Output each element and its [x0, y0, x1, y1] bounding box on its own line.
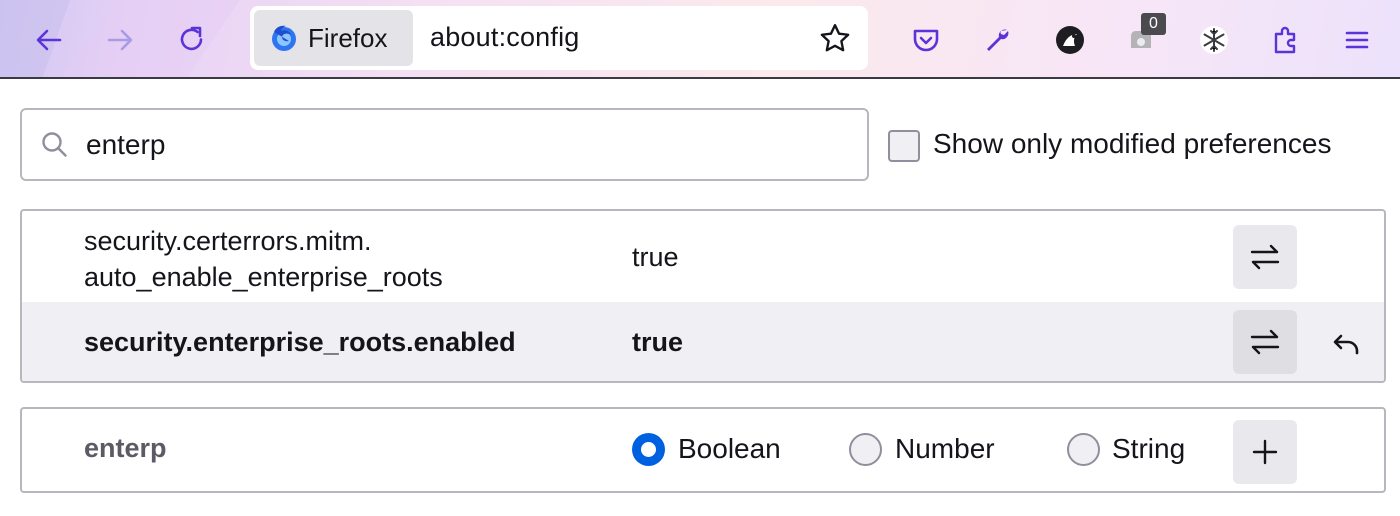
radio-string-label: String: [1112, 433, 1186, 464]
url-bar[interactable]: Firefox about:config: [250, 6, 868, 70]
pref-name: security.certerrors.mitm. auto_enable_en…: [84, 223, 443, 295]
table-row[interactable]: security.enterprise_roots.enabled true: [22, 302, 1384, 381]
navigation-toolbar: Firefox about:config 0: [0, 0, 1400, 79]
puzzle-icon: [1274, 26, 1296, 54]
add-pref-button[interactable]: [1233, 420, 1297, 484]
toggle-arrows-icon: [1250, 329, 1280, 355]
wrench-icon: [987, 29, 1009, 51]
toggle-button[interactable]: [1233, 310, 1297, 374]
devtools-button[interactable]: [977, 20, 1017, 60]
extension-snowflake-button[interactable]: [1194, 20, 1234, 60]
search-icon: [42, 132, 67, 157]
pocket-button[interactable]: [906, 20, 946, 60]
reset-button[interactable]: [1327, 324, 1367, 364]
identity-box[interactable]: Firefox: [254, 10, 413, 66]
back-button[interactable]: [27, 18, 71, 62]
search-box[interactable]: [20, 108, 869, 181]
snowflake-icon: [1200, 26, 1228, 54]
identity-label: Firefox: [308, 22, 388, 53]
toggle-arrows-icon: [1250, 244, 1280, 270]
firefox-logo-icon: [272, 25, 296, 51]
pref-name-line: auto_enable_enterprise_roots: [84, 262, 443, 292]
reload-icon: [180, 26, 203, 51]
reload-button[interactable]: [170, 18, 214, 62]
prefs-table: security.certerrors.mitm. auto_enable_en…: [20, 209, 1386, 383]
new-pref-row: enterp Boolean Number String: [20, 407, 1386, 493]
radio-number-label: Number: [895, 433, 995, 464]
toggle-button[interactable]: [1233, 225, 1297, 289]
undo-icon: [1333, 334, 1359, 355]
radio-string[interactable]: [1067, 433, 1100, 466]
radio-boolean[interactable]: [632, 433, 665, 466]
search-input[interactable]: [86, 122, 846, 168]
pocket-icon: [913, 29, 939, 52]
show-modified-checkbox[interactable]: [888, 130, 920, 162]
pref-value[interactable]: true: [632, 324, 683, 360]
back-arrow-icon: [36, 29, 62, 51]
extension-badge: 0: [1141, 13, 1166, 35]
app-menu-button[interactable]: [1337, 20, 1377, 60]
pref-value[interactable]: true: [632, 242, 679, 273]
forward-button[interactable]: [98, 18, 142, 62]
radio-number[interactable]: [849, 433, 882, 466]
extensions-button[interactable]: [1266, 20, 1306, 60]
pref-name-line: security.certerrors.mitm.: [84, 226, 372, 256]
avatar-extension-icon: [1056, 26, 1084, 54]
forward-arrow-icon: [107, 29, 133, 51]
radio-boolean-label: Boolean: [678, 433, 781, 464]
table-row[interactable]: security.certerrors.mitm. auto_enable_en…: [22, 211, 1384, 302]
new-pref-name: enterp: [84, 433, 167, 463]
hamburger-menu-icon: [1345, 31, 1369, 49]
url-text[interactable]: about:config: [430, 22, 580, 53]
plus-icon: [1252, 439, 1278, 465]
star-icon[interactable]: [818, 22, 852, 56]
show-modified-label: Show only modified preferences: [933, 128, 1332, 159]
pref-name: security.enterprise_roots.enabled: [84, 327, 516, 357]
extension-avatar-button[interactable]: [1050, 20, 1090, 60]
